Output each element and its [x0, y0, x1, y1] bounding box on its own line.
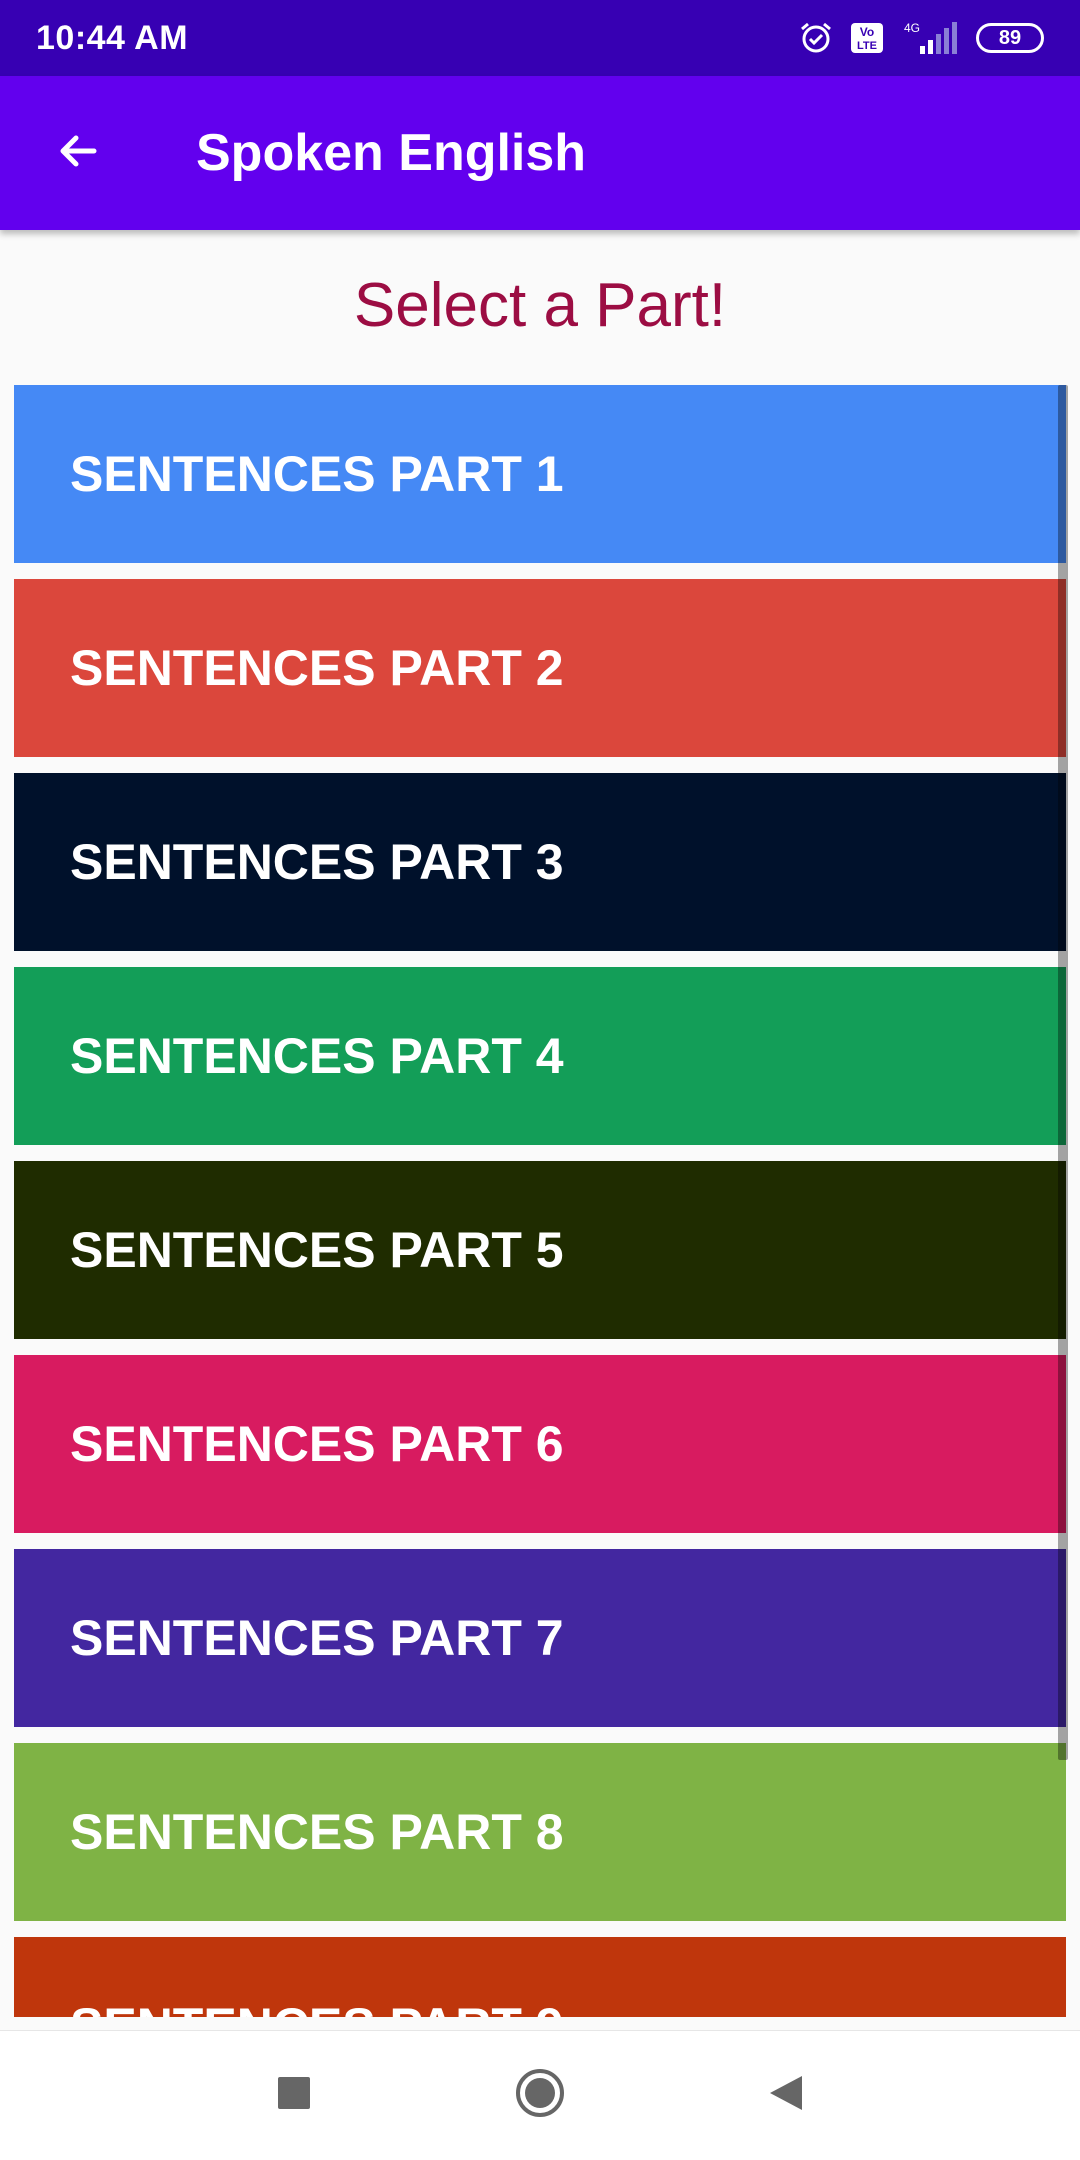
battery-icon: 89: [976, 23, 1044, 53]
battery-level: 89: [998, 26, 1022, 49]
part-label: SENTENCES PART 4: [70, 1028, 564, 1084]
alarm-icon: [798, 20, 834, 56]
volte-icon: Vo LTE: [850, 22, 884, 54]
part-label: SENTENCES PART 1: [70, 446, 564, 502]
part-label: SENTENCES PART 2: [70, 640, 564, 696]
part-item-7[interactable]: SENTENCES PART 7: [14, 1549, 1066, 1727]
app-title: Spoken English: [196, 124, 587, 182]
status-icons: Vo LTE 4G 89: [798, 20, 1044, 56]
signal-4g-icon: 4G: [900, 20, 960, 56]
part-label: SENTENCES PART 6: [70, 1416, 564, 1472]
part-item-4[interactable]: SENTENCES PART 4: [14, 967, 1066, 1145]
recents-square-icon: [277, 2076, 311, 2115]
home-circle-icon: [514, 2067, 566, 2124]
home-button[interactable]: [502, 2058, 578, 2134]
part-item-5[interactable]: SENTENCES PART 5: [14, 1161, 1066, 1339]
page-heading: Select a Part!: [353, 270, 727, 340]
part-label: SENTENCES PART 5: [70, 1222, 564, 1278]
network-type-label: 4G: [904, 21, 920, 35]
system-back-button[interactable]: [748, 2058, 824, 2134]
part-item-9[interactable]: SENTENCES PART 9: [14, 1937, 1066, 2017]
part-item-2[interactable]: SENTENCES PART 2: [14, 579, 1066, 757]
system-nav-bar: [0, 2030, 1080, 2160]
part-item-6[interactable]: SENTENCES PART 6: [14, 1355, 1066, 1533]
part-item-1[interactable]: SENTENCES PART 1: [14, 385, 1066, 563]
status-time: 10:44 AM: [36, 18, 189, 57]
part-label: SENTENCES PART 9: [70, 1997, 564, 2017]
recents-button[interactable]: [256, 2058, 332, 2134]
part-label: SENTENCES PART 7: [70, 1610, 564, 1666]
app-bar: Spoken English: [0, 76, 1080, 230]
back-button[interactable]: [40, 115, 116, 191]
volte-label-bottom: LTE: [857, 40, 877, 52]
list-scrollbar[interactable]: [1058, 385, 1068, 1760]
parts-list[interactable]: SENTENCES PART 1 SENTENCES PART 2 SENTEN…: [0, 385, 1080, 2017]
arrow-left-icon: [54, 127, 102, 180]
part-item-3[interactable]: SENTENCES PART 3: [14, 773, 1066, 951]
part-label: SENTENCES PART 8: [70, 1804, 564, 1860]
part-label: SENTENCES PART 3: [70, 834, 564, 890]
part-item-8[interactable]: SENTENCES PART 8: [14, 1743, 1066, 1921]
back-triangle-icon: [768, 2074, 804, 2117]
status-bar: 10:44 AM Vo LTE 4G 89: [0, 0, 1080, 76]
volte-label-top: Vo: [860, 25, 874, 39]
